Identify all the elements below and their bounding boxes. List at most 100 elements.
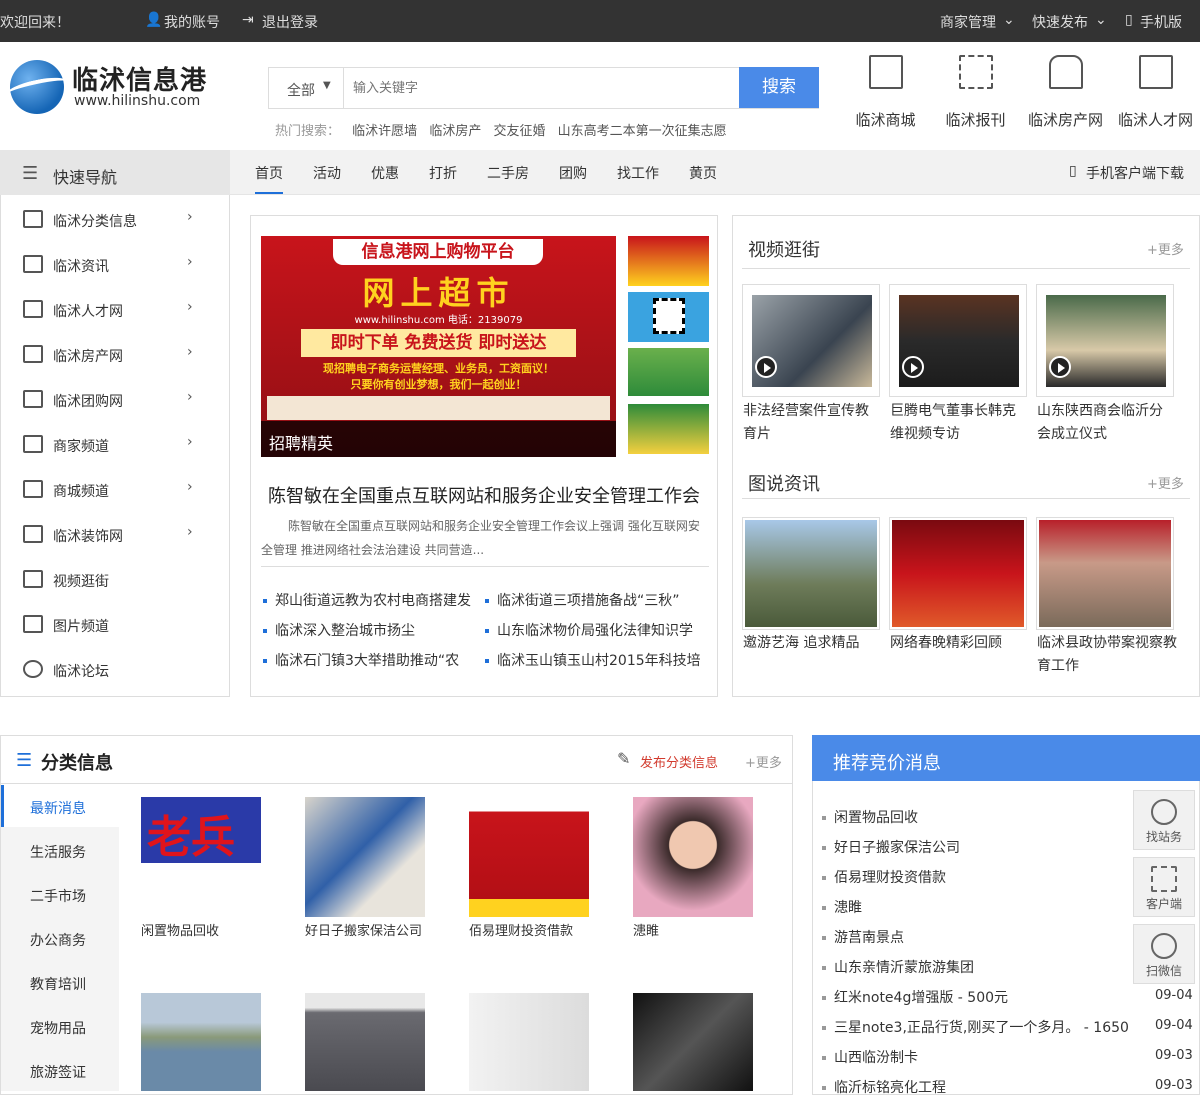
photo-thumb[interactable] (1036, 517, 1174, 630)
list-item[interactable]: 山西临汾制卡 (822, 1047, 1147, 1067)
video-thumb[interactable] (1036, 284, 1174, 397)
classified-thumb[interactable] (141, 993, 261, 1091)
list-item[interactable]: 三星note3,正品行货,刚买了一个多月。 - 1650 (822, 1017, 1147, 1037)
sidebar-item-classified[interactable]: 临沭分类信息 › (1, 197, 229, 242)
hot-link[interactable]: 山东高考二本第一次征集志愿 (558, 124, 727, 139)
nav-discount[interactable]: 打折 (429, 163, 457, 183)
classified-thumb[interactable]: 老兵 (141, 797, 261, 917)
tab-secondhand[interactable]: 二手市场 (30, 886, 86, 906)
nav-jobs[interactable]: 找工作 (617, 163, 659, 183)
client-app-button[interactable]: 客户端 (1133, 857, 1195, 917)
banner-thumb[interactable] (628, 236, 709, 286)
mobile-link[interactable]: 手机版 (1140, 12, 1182, 32)
nav-yellowpages[interactable]: 黄页 (689, 163, 717, 183)
banner-thumb[interactable] (628, 348, 709, 396)
search-category-select[interactable]: 全部 (287, 80, 315, 100)
sidebar-item-groupbuy[interactable]: 临沭团购网 › (1, 377, 229, 422)
quick-post-menu[interactable]: 快速发布 (1032, 12, 1088, 32)
list-item[interactable]: 游莒南景点 (822, 927, 904, 947)
classified-thumb[interactable] (633, 797, 753, 917)
photo-caption[interactable]: 临沭县政协带案视察教育工作 (1037, 632, 1177, 678)
nav-events[interactable]: 活动 (313, 163, 341, 183)
chevron-right-icon: › (187, 389, 193, 405)
sidebar-item-forum[interactable]: 临沭论坛 (1, 647, 229, 692)
wechat-button[interactable]: 扫微信 (1133, 924, 1195, 984)
hot-link[interactable]: 临沭房产 (429, 124, 481, 139)
search-button[interactable]: 搜索 (739, 67, 819, 108)
photo-thumb[interactable] (742, 517, 880, 630)
video-caption[interactable]: 山东陕西商会临沂分会成立仪式 (1037, 400, 1175, 446)
headline[interactable]: 陈智敏在全国重点互联网站和服务企业安全管理工作会 (268, 482, 700, 508)
nav-offers[interactable]: 优惠 (371, 163, 399, 183)
list-item[interactable]: 闲置物品回收 (822, 807, 918, 827)
list-item[interactable]: 临沭街道三项措施备战“三秋” (485, 590, 700, 610)
search-input[interactable] (345, 69, 735, 107)
nav-home[interactable]: 首页 (255, 163, 283, 194)
photo-caption[interactable]: 网络春晚精彩回顾 (890, 632, 1030, 655)
list-item[interactable]: 佰易理财投资借款 (822, 867, 946, 887)
app-download-link[interactable]: 手机客户端下载 (1086, 163, 1184, 183)
nav-secondhand-house[interactable]: 二手房 (487, 163, 529, 183)
list-item[interactable]: 临沭石门镇3大举措助推动“农 (263, 650, 473, 670)
sidebar-item-jobs[interactable]: 临沭人才网 › (1, 287, 229, 332)
sidebar-item-merchant[interactable]: 商家频道 › (1, 422, 229, 467)
channel-newspaper[interactable]: 临沭报刊 (933, 55, 1018, 130)
quick-nav[interactable]: ☰ 快速导航 (0, 150, 230, 195)
post-classified-link[interactable]: 发布分类信息 (640, 752, 718, 771)
tab-life-services[interactable]: 生活服务 (30, 842, 86, 862)
banner-image[interactable]: 信息港网上购物平台 网上超市 www.hilinshu.com 电话：21390… (261, 236, 616, 457)
my-account-link[interactable]: 我的账号 (164, 12, 220, 32)
classified-more-link[interactable]: +更多 (745, 752, 782, 771)
list-item[interactable]: 山东亲情沂蒙旅游集团 (822, 957, 974, 977)
classified-thumb[interactable] (305, 797, 425, 917)
logout-link[interactable]: 退出登录 (262, 12, 318, 32)
classified-caption[interactable]: 佰易理财投资借款 (469, 920, 573, 939)
list-item[interactable]: 临沭深入整治城市扬尘 (263, 620, 473, 640)
photo-thumb[interactable] (889, 517, 1027, 630)
tab-office[interactable]: 办公商务 (30, 930, 86, 950)
video-caption[interactable]: 非法经营案件宣传教育片 (743, 400, 881, 446)
banner-recruit: 现招聘电子商务运营经理、业务员，工资面议！ (323, 362, 554, 375)
tab-latest[interactable]: 最新消息 (30, 798, 86, 818)
list-item[interactable]: 郑山街道远教为农村电商搭建发 (263, 590, 473, 610)
classified-thumb[interactable] (469, 797, 589, 917)
list-item[interactable]: 好日子搬家保洁公司 (822, 837, 960, 857)
list-item[interactable]: 临沂标铭亮化工程 (822, 1077, 1147, 1097)
video-more-link[interactable]: +更多 (1147, 239, 1184, 258)
tab-education[interactable]: 教育培训 (30, 974, 86, 994)
classified-caption[interactable]: 漶睢 (633, 920, 659, 939)
merchant-menu[interactable]: 商家管理 (940, 12, 996, 32)
banner-thumb[interactable] (628, 292, 709, 342)
classified-thumb[interactable] (305, 993, 425, 1091)
list-item[interactable]: 临沭玉山镇玉山村2015年科技培 (485, 650, 700, 670)
video-thumb[interactable] (742, 284, 880, 397)
logo-name[interactable]: 临沭信息港 (72, 60, 207, 97)
tab-pets[interactable]: 宠物用品 (30, 1018, 86, 1038)
sidebar-item-video[interactable]: 视频逛街 (1, 557, 229, 602)
classified-thumb[interactable] (633, 993, 753, 1091)
video-thumb[interactable] (889, 284, 1027, 397)
channel-realestate[interactable]: 临沭房产网 (1023, 55, 1108, 130)
sidebar-item-news[interactable]: 临沭资讯 › (1, 242, 229, 287)
find-admin-button[interactable]: 找站务 (1133, 790, 1195, 850)
classified-caption[interactable]: 好日子搬家保洁公司 (305, 920, 422, 939)
photo-more-link[interactable]: +更多 (1147, 473, 1184, 492)
hot-link[interactable]: 交友征婚 (493, 124, 545, 139)
sidebar-item-pictures[interactable]: 图片频道 (1, 602, 229, 647)
list-item[interactable]: 山东临沭物价局强化法律知识学 (485, 620, 700, 640)
video-caption[interactable]: 巨腾电气董事长韩克维视频专访 (890, 400, 1028, 446)
classified-caption[interactable]: 闲置物品回收 (141, 920, 219, 939)
banner-thumb[interactable] (628, 404, 709, 454)
channel-mall[interactable]: 临沭商城 (843, 55, 928, 130)
hot-link[interactable]: 临沭许愿墙 (352, 124, 417, 139)
sidebar-item-realestate[interactable]: 临沭房产网 › (1, 332, 229, 377)
channel-jobs[interactable]: 临沭人才网 (1113, 55, 1198, 130)
photo-caption[interactable]: 邀游艺海 追求精品 (743, 632, 883, 655)
tab-travel[interactable]: 旅游签证 (30, 1062, 86, 1082)
sidebar-item-mall[interactable]: 商城频道 › (1, 467, 229, 512)
sidebar-item-decor[interactable]: 临沭装饰网 › (1, 512, 229, 557)
nav-groupbuy[interactable]: 团购 (559, 163, 587, 183)
list-item[interactable]: 红米note4g增强版 - 500元 (822, 987, 1147, 1007)
classified-thumb[interactable] (469, 993, 589, 1091)
list-item[interactable]: 漶睢 (822, 897, 862, 917)
